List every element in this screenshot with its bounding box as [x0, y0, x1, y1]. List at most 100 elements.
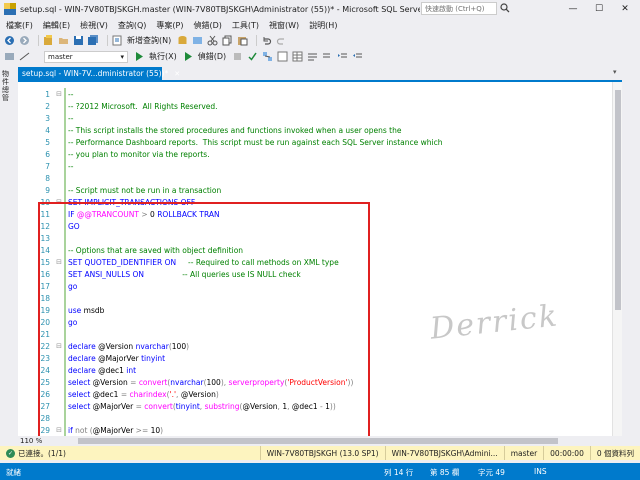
code-text: if not (@MajorVer >= 10)	[68, 426, 612, 435]
execute-button[interactable]: 執行(X)	[149, 51, 177, 62]
paste-icon[interactable]	[237, 35, 248, 46]
query-options-icon[interactable]	[277, 51, 288, 62]
fold-toggle-icon[interactable]: ⊟	[54, 258, 64, 266]
save-all-icon[interactable]	[88, 35, 99, 46]
code-line[interactable]: 25 select @Version = convert(nvarchar(100…	[18, 376, 612, 388]
code-line[interactable]: 12 GO	[18, 220, 612, 232]
database-engine-query-icon[interactable]	[177, 35, 188, 46]
code-line[interactable]: 6 -- you plan to monitor via the reports.	[18, 148, 612, 160]
save-icon[interactable]	[73, 35, 84, 46]
undo-icon[interactable]	[261, 35, 272, 46]
code-line[interactable]: 5 -- Performance Dashboard reports. This …	[18, 136, 612, 148]
vertical-scrollbar[interactable]	[612, 82, 622, 436]
debug-button[interactable]: 偵錯(D)	[198, 51, 226, 62]
code-line[interactable]: 24 declare @dec1 int	[18, 364, 612, 376]
horizontal-scrollbar-thumb[interactable]	[78, 438, 558, 444]
debug-icon[interactable]	[183, 51, 194, 62]
character-number: 字元 49	[478, 468, 505, 477]
minimize-button[interactable]: —	[560, 0, 586, 18]
new-query-icon[interactable]	[112, 35, 123, 46]
menu-file[interactable]: 檔案(F)	[6, 20, 33, 31]
change-marker	[64, 340, 66, 352]
code-line[interactable]: 13	[18, 232, 612, 244]
stop-icon[interactable]	[232, 51, 243, 62]
outdent-icon[interactable]	[352, 51, 363, 62]
tab-dropdown-icon[interactable]: ▾	[613, 68, 617, 76]
code-text: select @dec1 = charindex('.', @Version)	[68, 390, 612, 399]
code-line[interactable]: 16 SET ANSI_NULLS ON -- All queries use I…	[18, 268, 612, 280]
object-explorer-side-tab[interactable]: 物件總管	[0, 66, 16, 446]
code-text: -- you plan to monitor via the reports.	[68, 150, 612, 159]
code-line[interactable]: 23 declare @MajorVer tinyint	[18, 352, 612, 364]
forward-icon[interactable]	[19, 35, 30, 46]
disconnect-icon[interactable]	[19, 51, 30, 62]
code-token: go	[68, 281, 78, 291]
indent-icon[interactable]	[337, 51, 348, 62]
menu-window[interactable]: 視窗(W)	[269, 20, 299, 31]
menu-view[interactable]: 檢視(V)	[80, 20, 108, 31]
code-text: --	[68, 90, 612, 99]
code-line[interactable]: 27 select @MajorVer = convert(tinyint, su…	[18, 400, 612, 412]
code-token: -- ?2012 Microsoft. All Rights Reserved.	[68, 101, 218, 111]
change-marker	[64, 280, 66, 292]
code-line[interactable]: 28	[18, 412, 612, 424]
back-icon[interactable]	[4, 35, 15, 46]
code-line[interactable]: 29 ⊟ if not (@MajorVer >= 10)	[18, 424, 612, 436]
object-explorer-icon[interactable]	[4, 51, 15, 62]
code-line[interactable]: 14 -- Options that are saved with object …	[18, 244, 612, 256]
code-line[interactable]: 9 -- Script must not be run in a transact…	[18, 184, 612, 196]
fold-toggle-icon[interactable]: ⊟	[54, 426, 64, 434]
line-number: 27	[40, 401, 50, 411]
fold-toggle-icon[interactable]: ⊟	[54, 90, 64, 98]
database-select[interactable]: master ▾	[44, 50, 128, 63]
uncomment-icon[interactable]	[322, 51, 333, 62]
menu-project[interactable]: 專案(P)	[156, 20, 183, 31]
line-number: 20	[40, 317, 50, 327]
parse-icon[interactable]	[247, 51, 258, 62]
code-line[interactable]: 10 ⊟ SET IMPLICIT_TRANSACTIONS OFF	[18, 196, 612, 208]
code-line[interactable]: 15 ⊟ SET QUOTED_IDENTIFIER ON -- Required …	[18, 256, 612, 268]
side-tab-label: 物件總管	[2, 70, 9, 102]
document-tab[interactable]: setup.sql - WIN-7V...dministrator (55))*…	[18, 67, 180, 80]
zoom-level[interactable]: 110 %	[18, 437, 52, 445]
fold-toggle-icon[interactable]: ⊟	[54, 198, 64, 206]
copy-icon[interactable]	[222, 35, 233, 46]
code-line[interactable]: 17 go	[18, 280, 612, 292]
new-project-icon[interactable]	[43, 35, 54, 46]
code-text: SET IMPLICIT_TRANSACTIONS OFF	[68, 198, 612, 207]
code-line[interactable]: 26 select @dec1 = charindex('.', @Version…	[18, 388, 612, 400]
code-line[interactable]: 2 -- ?2012 Microsoft. All Rights Reserved…	[18, 100, 612, 112]
cut-icon[interactable]	[207, 35, 218, 46]
code-line[interactable]: 11 IF @@TRANCOUNT > 0 ROLLBACK TRAN	[18, 208, 612, 220]
menu-edit[interactable]: 編輯(E)	[43, 20, 70, 31]
code-token: -- you plan to monitor via the reports.	[68, 149, 210, 159]
fold-toggle-icon[interactable]: ⊟	[54, 342, 64, 350]
menu-debug[interactable]: 偵錯(D)	[193, 20, 221, 31]
execute-icon[interactable]	[134, 51, 145, 62]
quick-launch-input[interactable]: 快速啟動 (Ctrl+Q)	[421, 2, 497, 15]
menu-tools[interactable]: 工具(T)	[232, 20, 259, 31]
search-icon[interactable]	[500, 3, 510, 13]
analysis-query-icon[interactable]	[192, 35, 203, 46]
code-line[interactable]: 3 --	[18, 112, 612, 124]
maximize-button[interactable]: ☐	[586, 0, 612, 18]
new-query-button[interactable]: 新增查詢(N)	[127, 35, 171, 46]
sql-editor[interactable]: 1 ⊟ -- 2 -- ?2012 Microsoft. All Rights Rese…	[18, 82, 612, 436]
close-tab-icon[interactable]: ✕	[174, 70, 180, 78]
results-grid-icon[interactable]	[292, 51, 303, 62]
menu-query[interactable]: 查詢(Q)	[118, 20, 147, 31]
code-token: select	[68, 401, 93, 411]
code-line[interactable]: 8	[18, 172, 612, 184]
comment-icon[interactable]	[307, 51, 318, 62]
code-line[interactable]: 22 ⊟ declare @Version nvarchar(100)	[18, 340, 612, 352]
code-line[interactable]: 4 -- This script installs the stored proc…	[18, 124, 612, 136]
display-plan-icon[interactable]	[262, 51, 273, 62]
redo-icon[interactable]	[276, 35, 287, 46]
close-button[interactable]: ✕	[612, 0, 638, 18]
code-line[interactable]: 7 --	[18, 160, 612, 172]
code-line[interactable]: 1 ⊟ --	[18, 88, 612, 100]
menu-help[interactable]: 說明(H)	[309, 20, 337, 31]
open-file-icon[interactable]	[58, 35, 69, 46]
vertical-scrollbar-thumb[interactable]	[615, 90, 621, 310]
code-token: go	[68, 317, 78, 327]
